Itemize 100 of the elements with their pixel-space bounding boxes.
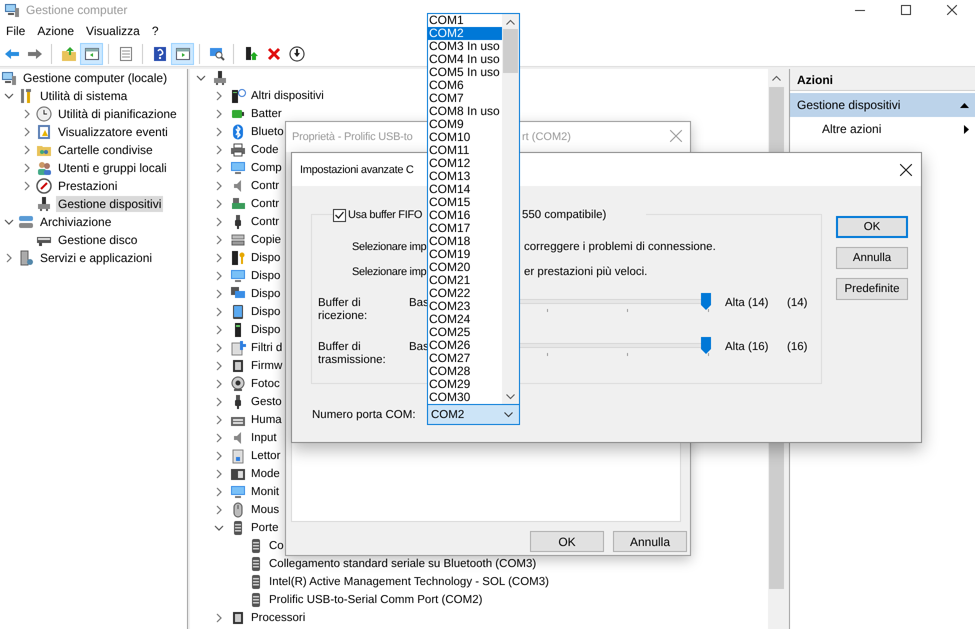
chevron-right-icon[interactable] — [214, 343, 224, 353]
dropdown-option[interactable]: COM5 In uso — [428, 66, 502, 79]
tree-item[interactable]: Firmw — [249, 359, 284, 373]
tree-item[interactable]: Comp — [249, 161, 284, 175]
dropdown-option[interactable]: COM27 — [428, 352, 502, 365]
tree-item[interactable]: Intel(R) Active Management Technology - SOL (COM3) — [267, 575, 551, 589]
chevron-right-icon[interactable] — [214, 361, 224, 371]
chevron-right-icon[interactable] — [214, 289, 224, 299]
tree-item[interactable]: Fotoc — [249, 377, 282, 391]
chevron-right-icon[interactable] — [214, 217, 224, 227]
chevron-right-icon[interactable] — [214, 235, 224, 245]
tree-item[interactable]: Dispo — [249, 287, 282, 301]
chevron-right-icon[interactable] — [214, 505, 224, 515]
tree-item[interactable]: Batter — [249, 107, 284, 121]
tree-item[interactable]: Prestazioni — [56, 178, 120, 194]
chevron-right-icon[interactable] — [214, 109, 224, 119]
tree-item[interactable]: Collegamento standard seriale su Bluetooth (COM3) — [267, 557, 538, 571]
ok-button[interactable]: OK — [836, 216, 908, 238]
close-button[interactable] — [900, 164, 912, 176]
chevron-right-icon[interactable] — [214, 199, 224, 209]
chevron-right-icon[interactable] — [214, 415, 224, 425]
chevron-right-icon[interactable] — [214, 433, 224, 443]
tree-item[interactable]: Copie — [249, 233, 284, 247]
scroll-up-icon[interactable] — [772, 75, 781, 81]
tree-item[interactable]: Contr — [249, 197, 282, 211]
menu-item[interactable]: Visualizza — [80, 24, 146, 38]
tree-item[interactable]: Lettor — [249, 449, 282, 463]
dropdown-option[interactable]: COM2 — [428, 27, 502, 40]
tree-item[interactable]: Contr — [249, 179, 282, 193]
dropdown-option[interactable]: COM22 — [428, 287, 502, 300]
chevron-down-icon[interactable] — [4, 91, 14, 101]
dropdown-option[interactable]: COM20 — [428, 261, 502, 274]
tree-item[interactable]: Blueto — [249, 125, 286, 139]
scroll-thumb[interactable] — [503, 29, 518, 73]
checkbox[interactable] — [333, 208, 346, 222]
menu-item[interactable]: Azione — [31, 24, 80, 38]
actions-section[interactable]: Gestione dispositivi — [790, 93, 975, 117]
dropdown-option[interactable]: COM29 — [428, 378, 502, 391]
tree-item[interactable]: Input — [249, 431, 279, 445]
chevron-right-icon[interactable] — [214, 613, 224, 623]
tree-item[interactable]: Gesto — [249, 395, 284, 409]
slider-thumb[interactable] — [701, 337, 711, 354]
chevron-right-icon[interactable] — [214, 451, 224, 461]
dropdown-option[interactable]: COM25 — [428, 326, 502, 339]
dropdown-option[interactable]: COM26 — [428, 339, 502, 352]
chevron-right-icon[interactable] — [214, 145, 224, 155]
tree-item[interactable]: Mous — [249, 503, 282, 517]
action-item[interactable]: Altre azioni — [790, 117, 975, 141]
tree-item[interactable]: Co — [267, 539, 286, 553]
tree-item[interactable]: Servizi e applicazioni — [38, 250, 154, 266]
dropdown-option[interactable]: COM23 — [428, 300, 502, 313]
dropdown-option[interactable]: COM13 — [428, 170, 502, 183]
chevron-right-icon[interactable] — [214, 271, 224, 281]
tree-item[interactable]: Dispo — [249, 269, 282, 283]
tree-item[interactable]: Visualizzatore eventi — [56, 124, 170, 140]
tree-item[interactable]: Dispo — [249, 251, 282, 265]
chevron-right-icon[interactable] — [22, 127, 32, 137]
tree-item[interactable]: Contr — [249, 215, 282, 229]
dropdown-option[interactable]: COM9 — [428, 118, 502, 131]
chevron-right-icon[interactable] — [214, 307, 224, 317]
tree-item[interactable]: Code — [249, 143, 280, 157]
collapse-triangle-icon[interactable] — [960, 102, 969, 108]
chevron-down-icon[interactable] — [196, 73, 206, 83]
dropdown-option[interactable]: COM30 — [428, 391, 502, 404]
tree-item[interactable]: Gestione computer (locale) — [21, 70, 170, 86]
tree-item[interactable]: Filtri d — [249, 341, 284, 355]
chevron-right-icon[interactable] — [214, 469, 224, 479]
tree-item[interactable]: Mode — [249, 467, 282, 481]
dropdown-option[interactable]: COM14 — [428, 183, 502, 196]
dropdown-option[interactable]: COM3 In uso — [428, 40, 502, 53]
tree-item[interactable]: Processori — [249, 611, 308, 625]
chevron-right-icon[interactable] — [214, 181, 224, 191]
dropdown-option[interactable]: COM18 — [428, 235, 502, 248]
dropdown-option[interactable]: COM8 In uso — [428, 105, 502, 118]
tree-item[interactable]: Archiviazione — [38, 214, 114, 230]
dropdown-option[interactable]: COM15 — [428, 196, 502, 209]
com-port-dropdown[interactable]: COM2 — [427, 404, 520, 425]
chevron-right-icon[interactable] — [214, 379, 224, 389]
menu-item[interactable]: ? — [146, 24, 165, 38]
chevron-right-icon[interactable] — [22, 109, 32, 119]
tree-item[interactable]: Prolific USB-to-Serial Comm Port (COM2) — [267, 593, 484, 607]
tree-item[interactable]: Altri dispositivi — [249, 89, 326, 103]
tree-item[interactable]: Gestione disco — [56, 232, 140, 248]
tree-item[interactable]: Monit — [249, 485, 282, 499]
tree-item[interactable]: Porte — [249, 521, 280, 535]
chevron-right-icon[interactable] — [22, 145, 32, 155]
chevron-right-icon[interactable] — [4, 253, 14, 263]
dropdown-option[interactable]: COM4 In uso — [428, 53, 502, 66]
chevron-right-icon[interactable] — [214, 127, 224, 137]
chevron-right-icon[interactable] — [214, 325, 224, 335]
dropdown-option[interactable]: COM11 — [428, 144, 502, 157]
chevron-right-icon[interactable] — [214, 253, 224, 263]
dropdown-option[interactable]: COM7 — [428, 92, 502, 105]
slider-thumb[interactable] — [701, 293, 711, 310]
scrollbar[interactable] — [502, 14, 519, 404]
dropdown-option[interactable]: COM16 — [428, 209, 502, 222]
chevron-down-icon[interactable] — [214, 523, 224, 533]
dropdown-option[interactable]: COM6 — [428, 79, 502, 92]
dropdown-option[interactable]: COM21 — [428, 274, 502, 287]
tree-item[interactable]: Cartelle condivise — [56, 142, 155, 158]
